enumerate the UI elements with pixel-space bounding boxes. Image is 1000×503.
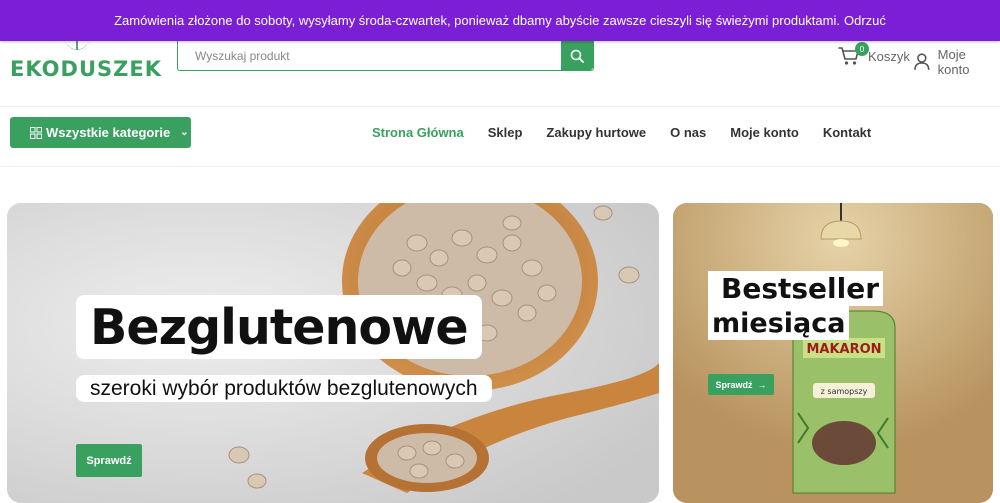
chevron-down-icon: ⌄ bbox=[180, 127, 189, 138]
search-input[interactable] bbox=[178, 41, 561, 70]
grid-icon bbox=[30, 126, 42, 139]
dismiss-notice-link[interactable]: Odrzuć bbox=[844, 13, 886, 28]
user-icon bbox=[914, 53, 930, 70]
cart-label: Koszyk bbox=[868, 48, 910, 64]
hero-title-box: Bezglutenowe bbox=[76, 295, 482, 359]
hero-check-button[interactable]: Sprawdź bbox=[76, 444, 142, 477]
main-nav-bar: Wszystkie kategorie ⌄ Strona Główna Skle… bbox=[0, 107, 1000, 167]
search-button[interactable] bbox=[561, 41, 593, 70]
bestseller-title-box: Bestseller bbox=[708, 271, 884, 306]
main-menu: Strona Główna Sklep Zakupy hurtowe O nas… bbox=[372, 125, 895, 140]
logo-text: EKODUSZEK bbox=[10, 57, 162, 81]
arrow-right-icon: → bbox=[757, 379, 767, 390]
menu-item-home[interactable]: Strona Główna bbox=[372, 125, 464, 140]
bestseller-title-line2: miesiąca bbox=[712, 307, 846, 339]
all-categories-button[interactable]: Wszystkie kategorie ⌄ bbox=[10, 117, 191, 148]
menu-item-about[interactable]: O nas bbox=[670, 125, 706, 140]
bestseller-button-label: Sprawdź bbox=[715, 379, 753, 390]
site-header: EKODUSZEK 0 Koszyk Moje konto bbox=[0, 41, 1000, 107]
search-icon bbox=[570, 49, 584, 63]
menu-item-contact[interactable]: Kontakt bbox=[823, 125, 871, 140]
bestseller-title2-box: miesiąca bbox=[708, 306, 850, 340]
bestseller-background-image: MAKARON z samopszy bbox=[673, 203, 993, 503]
bestseller-check-button[interactable]: Sprawdź → bbox=[708, 374, 774, 395]
hero-title: Bezglutenowe bbox=[90, 298, 469, 356]
search-bar bbox=[177, 41, 594, 71]
account-label: Moje konto bbox=[937, 47, 970, 77]
site-logo[interactable]: EKODUSZEK bbox=[10, 41, 161, 86]
bestseller-banner: MAKARON z samopszy Bestseller miesiąca S… bbox=[673, 203, 993, 503]
store-notice-text: Zamówienia złożone do soboty, wysyłamy ś… bbox=[114, 13, 840, 28]
hero-subtitle: szeroki wybór produktów bezglutenowych bbox=[90, 376, 478, 400]
bestseller-title-line1: Bestseller bbox=[721, 272, 880, 305]
all-categories-label: Wszystkie kategorie bbox=[46, 125, 171, 140]
cart-link[interactable]: 0 Koszyk bbox=[838, 42, 910, 66]
account-link[interactable]: Moje konto bbox=[914, 47, 1000, 77]
menu-item-wholesale[interactable]: Zakupy hurtowe bbox=[546, 125, 646, 140]
hero-banner: Bezglutenowe szeroki wybór produktów bez… bbox=[7, 203, 659, 503]
cart-count-badge: 0 bbox=[855, 42, 869, 56]
hero-subtitle-box: szeroki wybór produktów bezglutenowych bbox=[76, 375, 492, 402]
package-sub-text: z samopszy bbox=[821, 387, 868, 396]
package-brand-text: MAKARON bbox=[806, 342, 881, 357]
menu-item-shop[interactable]: Sklep bbox=[488, 125, 523, 140]
store-notice-bar: Zamówienia złożone do soboty, wysyłamy ś… bbox=[0, 0, 1000, 41]
menu-item-my-account[interactable]: Moje konto bbox=[730, 125, 799, 140]
leaf-icon bbox=[64, 41, 90, 50]
